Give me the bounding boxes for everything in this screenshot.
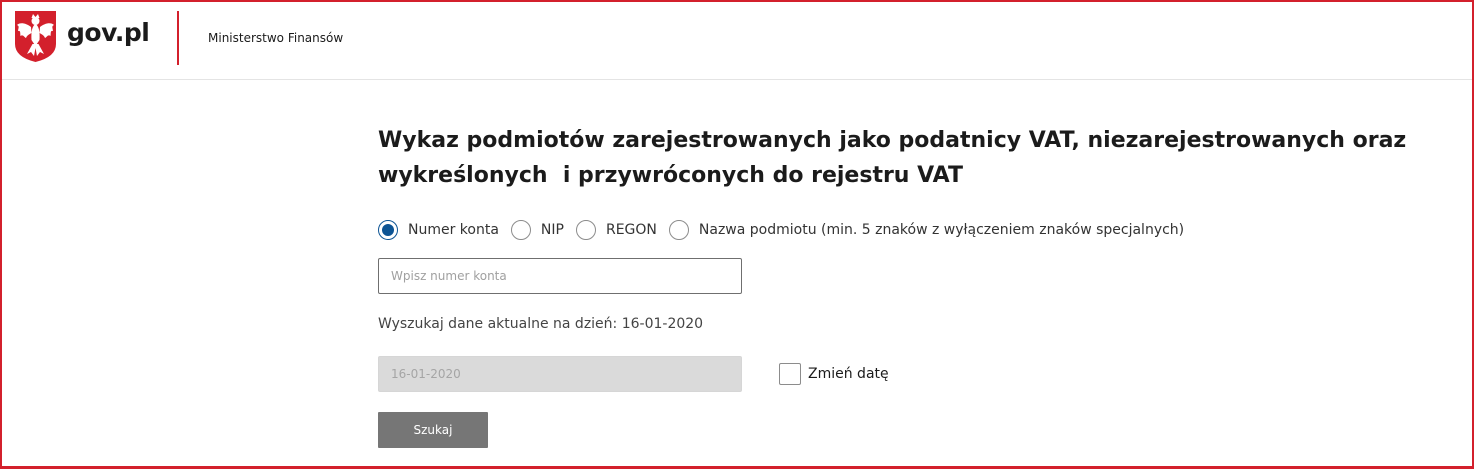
radio-option-regon[interactable]: REGON [575, 220, 657, 240]
date-caption: Wyszukaj dane aktualne na dzień: 16-01-2… [378, 316, 704, 332]
search-type-radio-group: Numer konta NIP REGON Nazwa podmiotu (mi… [378, 218, 1196, 242]
polish-eagle-emblem-icon[interactable] [13, 10, 58, 63]
radio-option-nip[interactable]: NIP [510, 220, 564, 240]
radio-label-regon: REGON [605, 222, 657, 238]
radio-dot [382, 224, 394, 236]
radio-button-checked[interactable] [378, 220, 398, 240]
radio-button[interactable] [575, 220, 596, 240]
page-frame: gov.pl Ministerstwo Finansów Wykaz podmi… [0, 0, 1474, 469]
date-input[interactable] [378, 356, 742, 392]
radio-button[interactable] [510, 220, 531, 240]
gov-pl-logo-text[interactable]: gov.pl [67, 18, 150, 47]
page-title-line-1: Wykaz podmiotów zarejestrowanych jako po… [378, 128, 1407, 153]
site-header: gov.pl Ministerstwo Finansów [2, 2, 1472, 80]
radio-option-nazwa-podmiotu[interactable]: Nazwa podmiotu (min. 5 znaków z wyłączen… [668, 220, 1185, 240]
change-date-checkbox[interactable]: Zmień datę [779, 363, 889, 385]
search-button[interactable]: Szukaj [378, 412, 488, 448]
radio-label-numer-konta: Numer konta [408, 222, 499, 238]
change-date-label: Zmień datę [808, 366, 889, 382]
radio-option-numer-konta[interactable]: Numer konta [378, 220, 499, 240]
radio-label-nazwa-podmiotu: Nazwa podmiotu (min. 5 znaków z wyłączen… [698, 222, 1185, 238]
account-number-input[interactable] [378, 258, 742, 294]
page-title-line-2: wykreślonych i przywróconych do rejestru… [378, 163, 963, 188]
radio-button[interactable] [668, 220, 689, 240]
checkbox-box[interactable] [779, 363, 801, 385]
header-divider [177, 11, 179, 65]
radio-label-nip: NIP [540, 222, 564, 238]
page-title: Wykaz podmiotów zarejestrowanych jako po… [378, 123, 1438, 193]
ministry-name[interactable]: Ministerstwo Finansów [208, 31, 343, 45]
